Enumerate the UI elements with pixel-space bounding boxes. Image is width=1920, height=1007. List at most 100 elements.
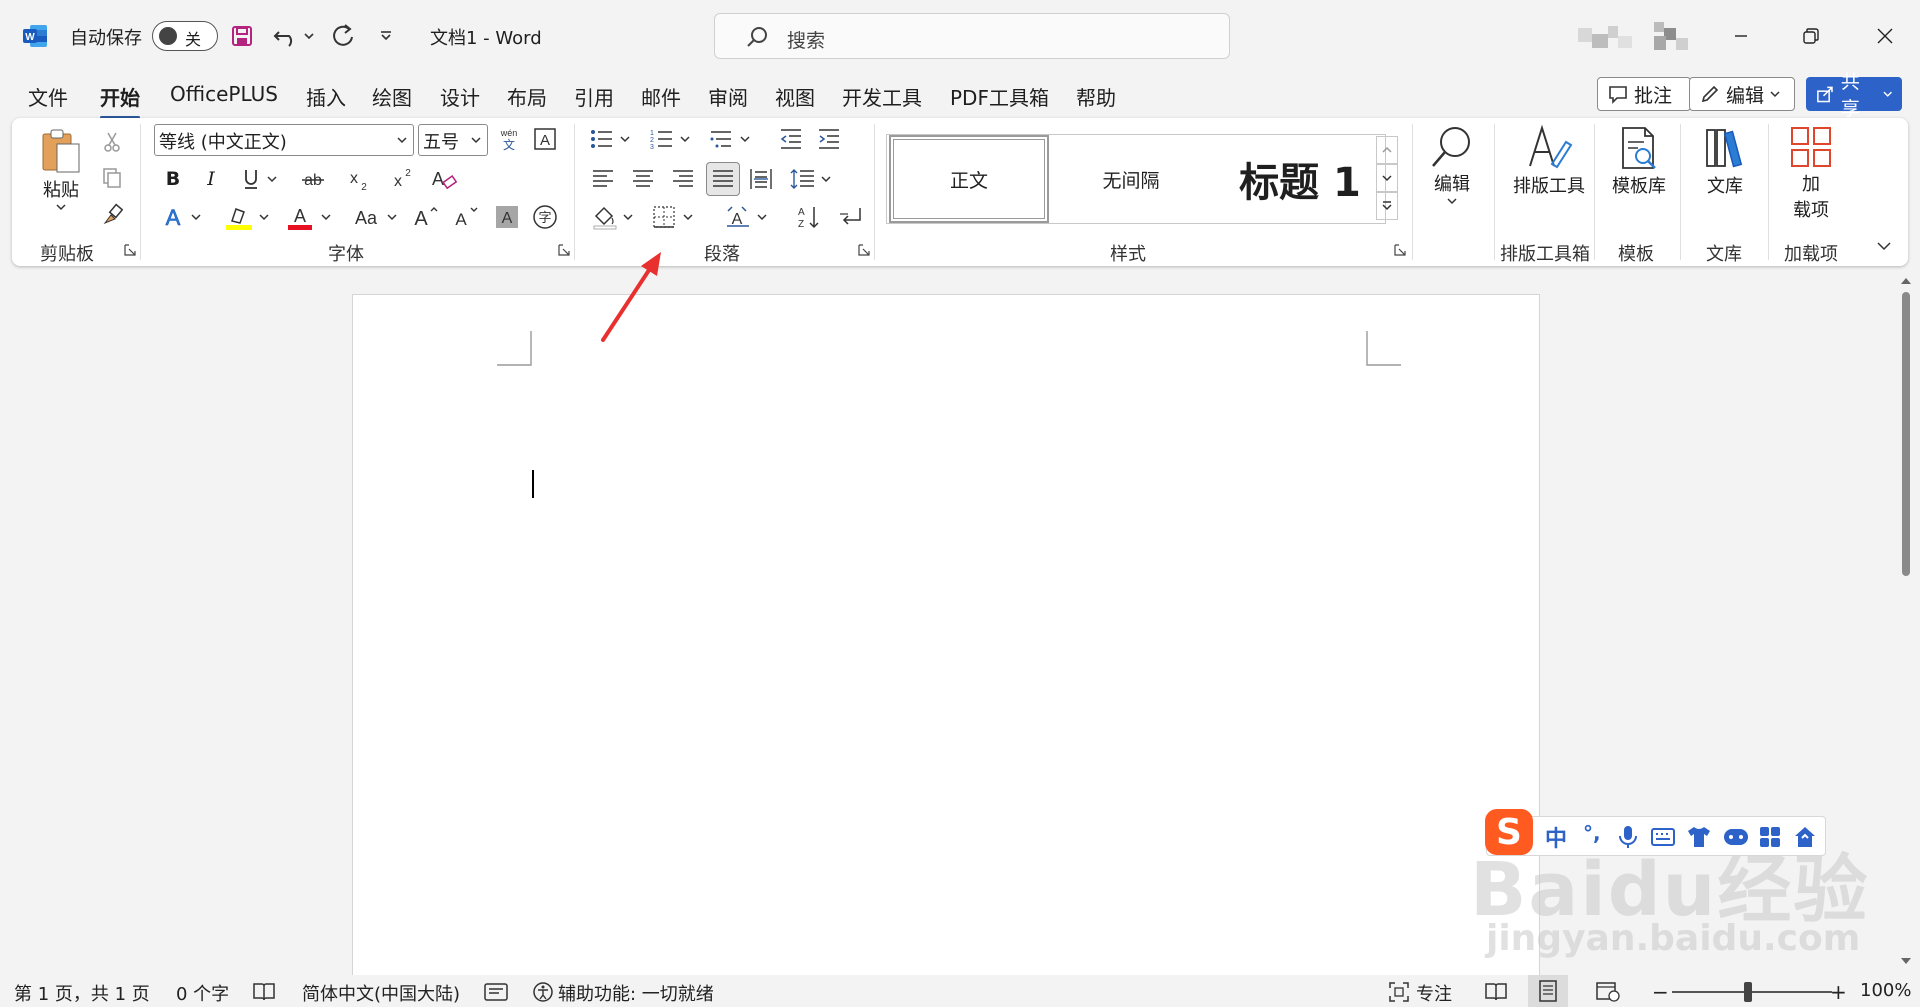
phonetic-guide-button[interactable]: wén 文: [494, 124, 524, 154]
apps-grid-icon[interactable]: [1759, 826, 1781, 848]
autosave-toggle[interactable]: 关: [152, 21, 218, 51]
addins-button[interactable]: 加 载项: [1776, 124, 1846, 222]
redo-button[interactable]: [326, 20, 358, 52]
bold-button[interactable]: B: [160, 164, 186, 194]
align-center-button[interactable]: [628, 164, 658, 194]
strikethrough-button[interactable]: ab: [298, 164, 328, 194]
tab-developer[interactable]: 开发工具: [842, 82, 922, 111]
change-case-button[interactable]: Aa: [350, 202, 404, 232]
tab-file[interactable]: 文件: [28, 82, 68, 111]
focus-mode-icon[interactable]: [1388, 981, 1410, 1003]
sort-button[interactable]: AZ: [794, 202, 824, 232]
style-heading-1[interactable]: 标题 1: [1213, 135, 1387, 223]
library-button[interactable]: 文库: [1690, 124, 1760, 198]
skin-shirt-icon[interactable]: [1687, 825, 1711, 849]
dialog-launcher-icon[interactable]: [858, 244, 870, 256]
font-name-select[interactable]: 等线 (中文正文): [154, 124, 414, 156]
zoom-slider-track[interactable]: [1672, 991, 1832, 993]
read-mode-icon[interactable]: [1484, 981, 1508, 1003]
search-box[interactable]: 搜索: [714, 13, 1230, 59]
text-effects-button[interactable]: A: [160, 202, 210, 232]
save-button[interactable]: [228, 20, 256, 52]
account-avatar[interactable]: [1578, 22, 1690, 52]
cut-button[interactable]: [98, 128, 126, 156]
enclose-characters-button[interactable]: 字: [530, 202, 560, 232]
undo-button[interactable]: [270, 20, 318, 52]
align-right-button[interactable]: [668, 164, 698, 194]
ime-mode-toggle[interactable]: 中: [1545, 821, 1567, 853]
styles-more-button[interactable]: [1376, 192, 1398, 220]
styles-scroll-down[interactable]: [1376, 164, 1398, 192]
chinese-layout-button[interactable]: A: [724, 202, 774, 232]
close-button[interactable]: [1860, 18, 1910, 54]
collapse-ribbon-button[interactable]: [1872, 234, 1896, 258]
copy-button[interactable]: [98, 164, 126, 192]
borders-button[interactable]: [650, 202, 700, 232]
style-normal[interactable]: 正文: [889, 135, 1049, 223]
grow-font-button[interactable]: A: [408, 202, 442, 232]
decrease-indent-button[interactable]: [776, 124, 806, 154]
text-predictions-icon[interactable]: [484, 982, 508, 1002]
superscript-button[interactable]: x2: [386, 164, 416, 194]
shading-button[interactable]: [590, 202, 640, 232]
document-page[interactable]: [352, 294, 1540, 1007]
microphone-icon[interactable]: [1617, 825, 1639, 849]
zoom-in-button[interactable]: +: [1830, 980, 1847, 1004]
tab-home[interactable]: 开始: [100, 82, 140, 119]
tab-pdf-toolbox[interactable]: PDF工具箱: [950, 82, 1049, 111]
align-left-button[interactable]: [588, 164, 618, 194]
font-size-select[interactable]: 五号: [418, 124, 488, 156]
sogou-logo-icon[interactable]: S: [1485, 809, 1533, 855]
keyboard-icon[interactable]: [1651, 827, 1675, 847]
zoom-slider-thumb[interactable]: [1744, 982, 1752, 1002]
increase-indent-button[interactable]: [814, 124, 844, 154]
share-button[interactable]: 共享: [1806, 71, 1902, 120]
comments-button[interactable]: 批注: [1597, 77, 1691, 111]
styles-scroll-up[interactable]: [1376, 136, 1398, 164]
underline-button[interactable]: [238, 164, 282, 194]
language-indicator[interactable]: 简体中文(中国大陆): [302, 980, 460, 1006]
print-layout-view-button[interactable]: [1528, 975, 1568, 1007]
proofing-book-icon[interactable]: [252, 982, 276, 1002]
format-painter-button[interactable]: [98, 200, 126, 228]
italic-button[interactable]: I: [198, 164, 224, 194]
editing-button[interactable]: 编辑: [1424, 124, 1480, 206]
focus-mode-label[interactable]: 专注: [1416, 980, 1452, 1006]
tab-draw[interactable]: 绘图: [372, 82, 412, 111]
multilevel-list-button[interactable]: [708, 124, 758, 154]
line-spacing-button[interactable]: [788, 164, 838, 194]
accessibility-status[interactable]: 辅助功能: 一切就绪: [558, 980, 714, 1006]
word-count[interactable]: 0 个字: [176, 980, 229, 1006]
ime-punctuation-toggle[interactable]: °,: [1583, 821, 1601, 845]
style-no-spacing[interactable]: 无间隔: [1051, 135, 1211, 223]
home-assistant-icon[interactable]: [1793, 825, 1817, 849]
tab-references[interactable]: 引用: [574, 82, 614, 111]
editing-mode-button[interactable]: 编辑: [1689, 77, 1795, 111]
clear-formatting-button[interactable]: A: [428, 164, 458, 194]
dialog-launcher-icon[interactable]: [1394, 244, 1406, 256]
accessibility-icon[interactable]: [532, 981, 554, 1003]
subscript-button[interactable]: x2: [342, 164, 372, 194]
distributed-button[interactable]: [746, 164, 776, 194]
minimize-button[interactable]: [1716, 18, 1766, 54]
character-shading-button[interactable]: A: [492, 202, 522, 232]
zoom-out-button[interactable]: −: [1652, 980, 1669, 1004]
tab-officeplus[interactable]: OfficePLUS: [170, 82, 278, 106]
justify-button[interactable]: [706, 162, 740, 196]
gamepad-icon[interactable]: [1723, 826, 1749, 848]
font-color-button[interactable]: A: [284, 202, 340, 232]
template-library-button[interactable]: 模板库: [1604, 124, 1674, 198]
tab-review[interactable]: 审阅: [708, 82, 748, 111]
dialog-launcher-icon[interactable]: [558, 244, 570, 256]
bullets-button[interactable]: [588, 124, 638, 154]
tab-help[interactable]: 帮助: [1076, 82, 1116, 111]
vertical-scrollbar[interactable]: [1896, 272, 1916, 972]
tab-insert[interactable]: 插入: [306, 82, 346, 111]
highlight-color-button[interactable]: [222, 202, 278, 232]
tab-design[interactable]: 设计: [440, 82, 480, 111]
tab-view[interactable]: 视图: [775, 82, 815, 111]
numbering-button[interactable]: 123: [648, 124, 698, 154]
web-layout-icon[interactable]: [1596, 981, 1620, 1003]
dialog-launcher-icon[interactable]: [124, 244, 136, 256]
page-count[interactable]: 第 1 页，共 1 页: [14, 980, 150, 1006]
